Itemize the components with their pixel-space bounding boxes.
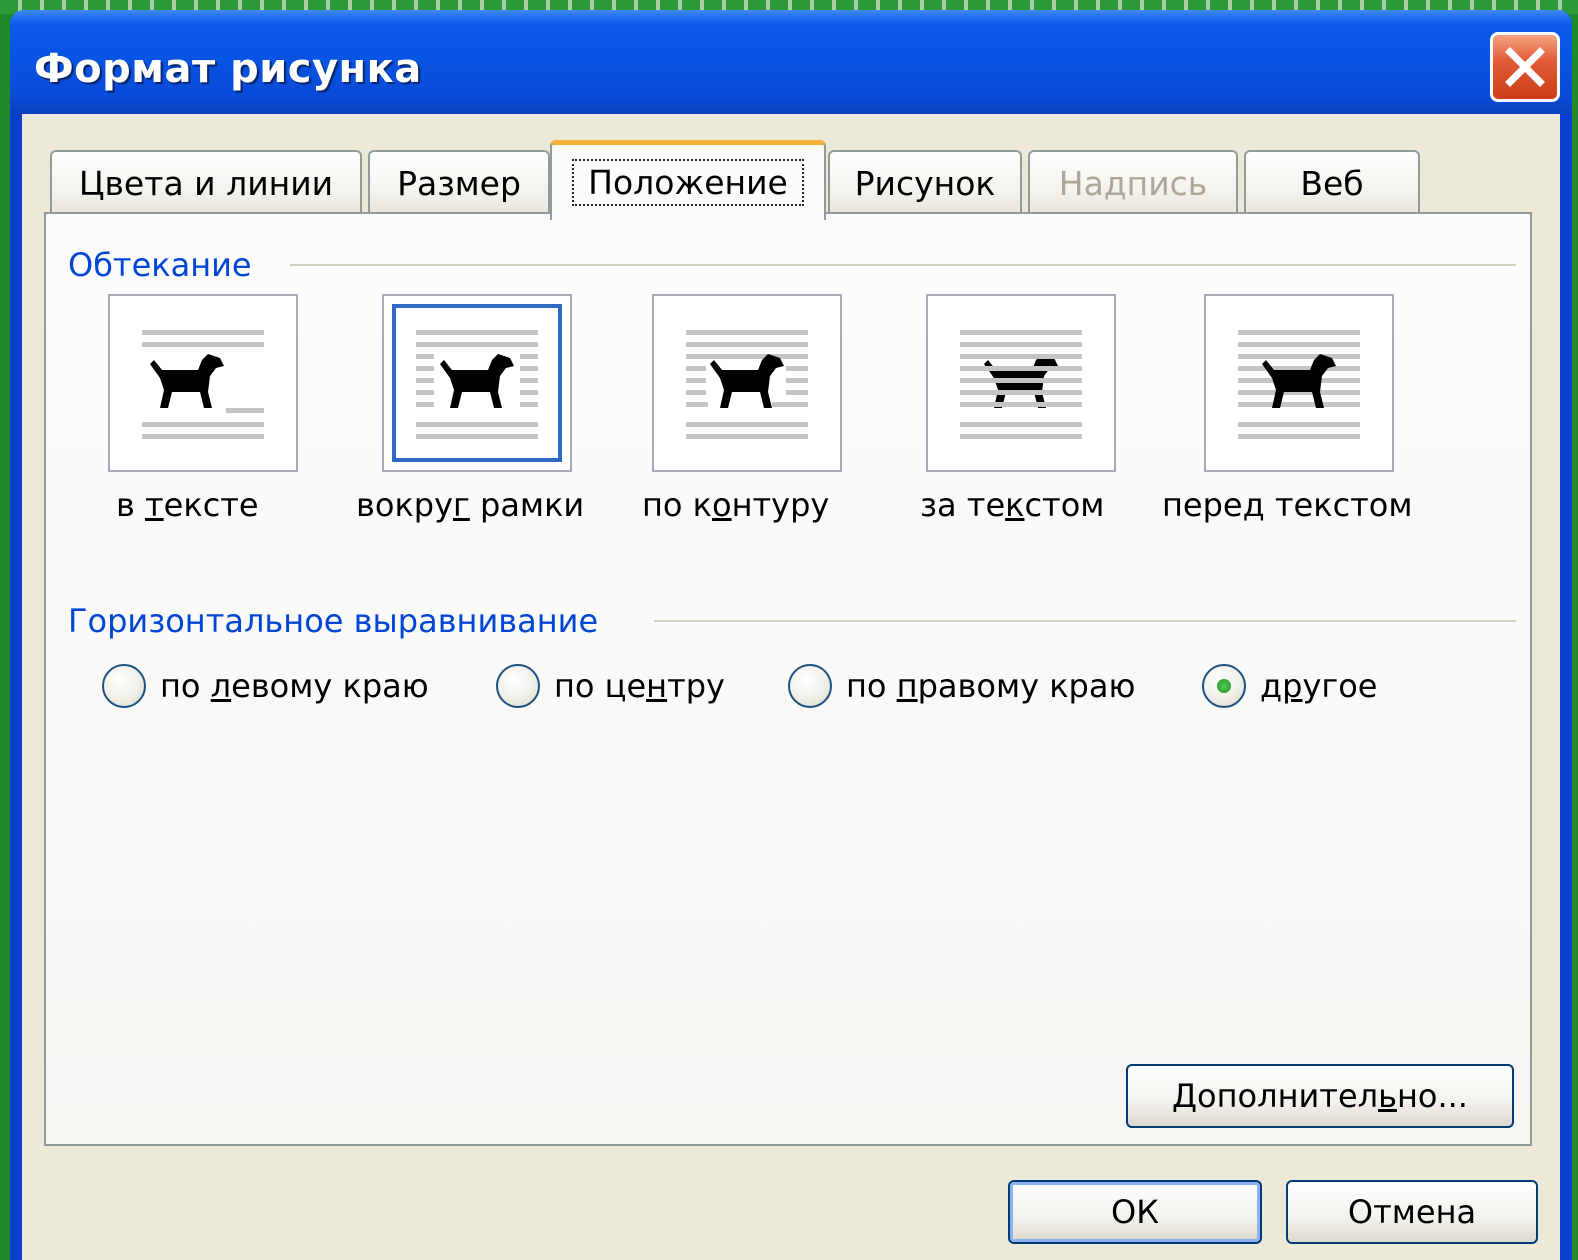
radio-label: по правому краю bbox=[846, 667, 1136, 705]
group-divider bbox=[290, 264, 1516, 266]
wrap-behind-icon bbox=[960, 330, 1082, 439]
wrap-option-label-front: перед текстом bbox=[1162, 486, 1413, 524]
tab-label: Положение bbox=[572, 159, 804, 206]
wrap-option-label-square: вокруг рамки bbox=[356, 486, 585, 524]
radio-circle[interactable] bbox=[102, 664, 146, 708]
layout-tab-panel: Обтекание в тексте вокруг рамки по конту… bbox=[44, 212, 1532, 1146]
radio-circle-checked[interactable] bbox=[1202, 664, 1246, 708]
radio-align-left[interactable]: по левому краю bbox=[102, 664, 429, 708]
tab-picture[interactable]: Рисунок bbox=[828, 150, 1022, 214]
wrap-front-icon bbox=[1238, 330, 1360, 439]
dialog-client-area: Цвета и линии Размер Положение Рисунок Н… bbox=[22, 114, 1560, 1260]
window-title: Формат рисунка bbox=[34, 46, 422, 92]
tab-label: Веб bbox=[1300, 163, 1364, 203]
wrap-option-front[interactable] bbox=[1204, 294, 1394, 472]
wrap-option-square[interactable] bbox=[382, 294, 572, 472]
wrap-square-icon bbox=[416, 330, 538, 439]
wrap-option-label-inline: в тексте bbox=[116, 486, 259, 524]
radio-circle[interactable] bbox=[788, 664, 832, 708]
title-bar[interactable]: Формат рисунка bbox=[10, 10, 1572, 114]
wrap-inline-icon bbox=[142, 330, 264, 439]
wrap-option-behind[interactable] bbox=[926, 294, 1116, 472]
tab-label: Размер bbox=[397, 163, 521, 203]
radio-label: по центру bbox=[554, 667, 725, 705]
tab-size[interactable]: Размер bbox=[368, 150, 550, 214]
wrap-tight-icon bbox=[686, 330, 808, 439]
horizontal-alignment-group-label: Горизонтальное выравнивание bbox=[68, 602, 599, 640]
ok-button[interactable]: ОК bbox=[1008, 1180, 1262, 1244]
close-icon bbox=[1505, 47, 1545, 87]
radio-label: другое bbox=[1260, 667, 1378, 705]
group-divider bbox=[654, 620, 1516, 622]
radio-label: по левому краю bbox=[160, 667, 429, 705]
cancel-button[interactable]: Отмена bbox=[1286, 1180, 1538, 1244]
tab-label: Надпись bbox=[1058, 163, 1208, 203]
tab-colors-and-lines[interactable]: Цвета и линии bbox=[50, 150, 362, 214]
tab-web[interactable]: Веб bbox=[1244, 150, 1420, 214]
close-button[interactable] bbox=[1490, 32, 1560, 102]
radio-align-other[interactable]: другое bbox=[1202, 664, 1377, 708]
radio-circle[interactable] bbox=[496, 664, 540, 708]
tab-label: Цвета и линии bbox=[78, 163, 334, 203]
tab-text-box: Надпись bbox=[1028, 150, 1238, 214]
wrap-option-tight[interactable] bbox=[652, 294, 842, 472]
advanced-button[interactable]: Дополнительно... bbox=[1126, 1064, 1514, 1128]
tab-label: Рисунок bbox=[854, 163, 996, 203]
wrap-option-label-behind: за текстом bbox=[920, 486, 1105, 524]
wrap-option-inline[interactable] bbox=[108, 294, 298, 472]
wrapping-group-label: Обтекание bbox=[68, 246, 252, 284]
wrap-option-label-tight: по контуру bbox=[642, 486, 830, 524]
button-label: Дополнительно... bbox=[1172, 1077, 1468, 1115]
radio-align-right[interactable]: по правому краю bbox=[788, 664, 1135, 708]
tab-layout[interactable]: Положение bbox=[550, 140, 826, 220]
format-picture-dialog: Формат рисунка Цвета и линии Размер Поло… bbox=[10, 10, 1572, 1260]
radio-align-center[interactable]: по центру bbox=[496, 664, 725, 708]
